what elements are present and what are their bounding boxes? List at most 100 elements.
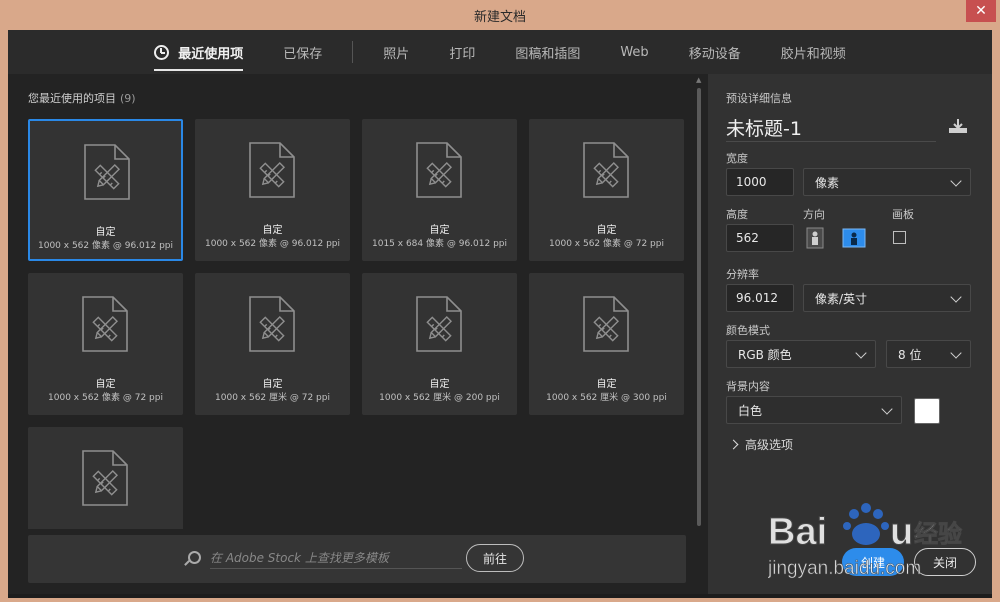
chevron-down-icon xyxy=(950,347,962,359)
preset-section-label: 预设详细信息 xyxy=(726,92,792,105)
document-name-field[interactable]: 未标题-1 xyxy=(726,114,936,142)
window-frame-right xyxy=(992,30,1000,602)
chevron-right-icon xyxy=(728,439,739,450)
custom-document-icon xyxy=(81,295,129,353)
tab-print[interactable]: 打印 xyxy=(429,30,495,74)
recent-item-name: 自定 xyxy=(262,379,283,390)
tab-photo[interactable]: 照片 xyxy=(363,30,429,74)
orientation-label: 方向 xyxy=(803,208,825,221)
recent-item-desc: 1000 x 562 像素 @ 96.012 ppi xyxy=(38,241,173,251)
resolution-unit-value: 像素/英寸 xyxy=(815,291,868,306)
tab-label: Web xyxy=(620,44,649,60)
tab-separator xyxy=(352,41,354,63)
width-label: 宽度 xyxy=(726,152,748,165)
tab-label: 照片 xyxy=(383,46,410,62)
recent-item-desc: 1015 x 684 像素 @ 96.012 ppi xyxy=(372,239,507,249)
tab-web[interactable]: Web xyxy=(600,30,668,74)
stock-search-input[interactable] xyxy=(210,547,462,569)
recent-section-title: 您最近使用的项目 (9) xyxy=(28,90,136,106)
recent-item-card[interactable]: 自定 1000 x 562 像素 @ 96.012 ppi xyxy=(28,119,183,261)
recent-item-name: 自定 xyxy=(429,379,450,390)
recent-items-grid: 自定 1000 x 562 像素 @ 96.012 ppi 自定 1000 x 562… xyxy=(28,119,684,529)
scroll-up-arrow-icon[interactable]: ▲ xyxy=(696,76,701,84)
scroll-thumb[interactable] xyxy=(697,88,701,526)
tab-label: 图稿和插图 xyxy=(515,46,581,62)
save-preset-icon[interactable] xyxy=(948,118,968,134)
category-tabs: 最近使用项 已保存 照片 打印 图稿和插图 Web 移动设备 胶片和视频 xyxy=(8,30,992,74)
tab-saved[interactable]: 已保存 xyxy=(263,30,342,74)
create-button[interactable]: 创建 xyxy=(842,548,904,576)
tab-label: 最近使用项 xyxy=(178,46,244,62)
custom-document-icon xyxy=(83,143,131,201)
recent-item-card[interactable]: 自定 1000 x 562 厘米 @ 300 ppi xyxy=(529,273,684,415)
advanced-options-toggle[interactable]: 高级选项 xyxy=(728,436,794,453)
bit-depth-value: 8 位 xyxy=(898,347,922,362)
recent-item-name: 自定 xyxy=(596,225,617,236)
tab-art-illustration[interactable]: 图稿和插图 xyxy=(495,30,600,74)
custom-document-icon xyxy=(248,141,296,199)
width-unit-value: 像素 xyxy=(815,175,840,190)
custom-document-icon xyxy=(415,295,463,353)
width-unit-select[interactable]: 像素 xyxy=(803,168,971,196)
go-button[interactable]: 前往 xyxy=(466,544,524,572)
tab-film-video[interactable]: 胶片和视频 xyxy=(761,30,866,74)
window-frame-bottom xyxy=(0,598,1000,602)
clock-icon xyxy=(154,44,170,60)
close-button[interactable]: 关闭 xyxy=(914,548,976,576)
recent-item-desc: 1000 x 562 厘米 @ 72 ppi xyxy=(215,393,330,403)
chevron-down-icon xyxy=(881,403,893,415)
custom-document-icon xyxy=(415,141,463,199)
recent-item-card[interactable]: 自定 1000 x 562 厘米 @ 72 ppi xyxy=(195,273,350,415)
resolution-unit-select[interactable]: 像素/英寸 xyxy=(803,284,971,312)
tab-label: 移动设备 xyxy=(688,46,741,62)
window-title: 新建文档 xyxy=(473,9,526,25)
background-select[interactable]: 白色 xyxy=(726,396,902,424)
window-close-button[interactable]: ✕ xyxy=(966,0,996,22)
chevron-down-icon xyxy=(950,175,962,187)
tab-recent[interactable]: 最近使用项 xyxy=(134,30,263,74)
tab-label: 已保存 xyxy=(283,46,323,62)
recent-count: (9) xyxy=(120,92,136,105)
recent-item-card[interactable]: 自定 1000 x 562 像素 @ 96.012 ppi xyxy=(195,119,350,261)
recent-item-card[interactable]: 自定 1015 x 684 像素 @ 96.012 ppi xyxy=(362,119,517,261)
recent-item-desc: 1000 x 562 像素 @ 72 ppi xyxy=(549,239,664,249)
advanced-options-label: 高级选项 xyxy=(745,438,794,452)
custom-document-icon xyxy=(582,141,630,199)
stock-search-bar: 前往 xyxy=(28,535,686,583)
height-label: 高度 xyxy=(726,208,748,221)
bit-depth-select[interactable]: 8 位 xyxy=(886,340,971,368)
recent-item-card[interactable]: 自定 1000 x 562 像素 @ 72 ppi xyxy=(28,273,183,415)
custom-document-icon xyxy=(582,295,630,353)
chevron-down-icon xyxy=(950,291,962,303)
window-titlebar: 新建文档 ✕ xyxy=(0,0,1000,30)
recent-item-card[interactable]: 自定 1000 x 562 厘米 @ 200 ppi xyxy=(362,273,517,415)
custom-document-icon xyxy=(81,449,129,507)
search-icon xyxy=(188,551,201,564)
tab-mobile[interactable]: 移动设备 xyxy=(669,30,761,74)
recent-item-desc: 1000 x 562 厘米 @ 300 ppi xyxy=(546,393,667,403)
recent-item-desc: 1000 x 562 像素 @ 96.012 ppi xyxy=(205,239,340,249)
recent-item-card[interactable] xyxy=(28,427,183,529)
background-color-swatch[interactable] xyxy=(914,398,940,424)
resolution-label: 分辨率 xyxy=(726,268,759,281)
tab-label: 打印 xyxy=(449,46,476,62)
artboard-checkbox[interactable] xyxy=(893,231,906,244)
custom-document-icon xyxy=(248,295,296,353)
window-frame-left xyxy=(0,30,8,602)
color-mode-value: RGB 颜色 xyxy=(738,347,792,362)
background-label: 背景内容 xyxy=(726,380,770,393)
width-input[interactable]: 1000 xyxy=(726,168,794,196)
recent-item-card[interactable]: 自定 1000 x 562 像素 @ 72 ppi xyxy=(529,119,684,261)
landscape-orientation-icon[interactable] xyxy=(842,226,866,250)
color-mode-select[interactable]: RGB 颜色 xyxy=(726,340,876,368)
resolution-input[interactable]: 96.012 xyxy=(726,284,794,312)
recent-title-text: 您最近使用的项目 xyxy=(28,92,116,105)
portrait-orientation-icon[interactable] xyxy=(803,226,827,250)
chevron-down-icon xyxy=(855,347,867,359)
artboard-label: 画板 xyxy=(892,208,914,221)
recent-item-name: 自定 xyxy=(95,379,116,390)
recent-item-name: 自定 xyxy=(596,379,617,390)
recent-scrollbar[interactable]: ▲ xyxy=(696,74,702,529)
height-input[interactable]: 562 xyxy=(726,224,794,252)
recent-item-desc: 1000 x 562 像素 @ 72 ppi xyxy=(48,393,163,403)
